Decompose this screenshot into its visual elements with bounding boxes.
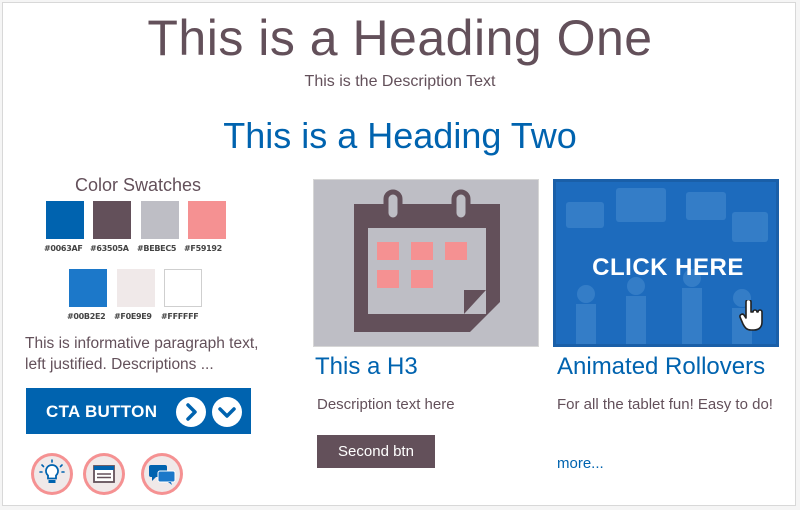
swatch-label: #0063AF — [44, 244, 83, 253]
swatch-label: #F0E9E9 — [114, 312, 152, 321]
calendar-icon — [354, 189, 500, 332]
swatch-dark-mauve — [93, 201, 131, 239]
chat-bubbles-icon[interactable] — [141, 453, 183, 495]
card-calendar-title: This a H3 — [315, 353, 418, 380]
card-rollover-description: For all the tablet fun! Easy to do! — [557, 396, 773, 413]
style-guide-page: This is a Heading One This is the Descri… — [2, 2, 796, 506]
lightbulb-icon[interactable] — [31, 453, 73, 495]
swatches-title: Color Swatches — [74, 175, 202, 195]
swatch-white — [164, 269, 202, 307]
info-paragraph: This is informative paragraph text, left… — [25, 335, 259, 373]
swatch-label: #00B2E2 — [67, 312, 106, 321]
chevron-right-icon[interactable] — [176, 397, 206, 427]
description-text: This is the Description Text — [304, 73, 496, 90]
rollover-card-image[interactable]: CLICK HERE — [553, 179, 779, 347]
more-link[interactable]: more... — [557, 455, 604, 472]
card-rollover-title: Animated Rollovers — [557, 353, 766, 380]
swatch-light-blue — [69, 269, 107, 307]
swatch-label: #63505A — [90, 244, 129, 253]
hand-pointer-icon — [739, 300, 763, 331]
click-here-overlay[interactable]: CLICK HERE — [556, 254, 780, 282]
heading-one: This is a Heading One — [147, 10, 653, 66]
swatch-primary-blue — [46, 201, 84, 239]
heading-two: This is a Heading Two — [223, 115, 577, 156]
swatch-gray — [141, 201, 179, 239]
cta-button-label: CTA BUTTON — [46, 402, 158, 421]
swatch-label: #FFFFFF — [161, 312, 199, 321]
chevron-down-icon[interactable] — [212, 397, 242, 427]
swatch-label: #BEBEC5 — [137, 244, 177, 253]
browser-window-icon[interactable] — [83, 453, 125, 495]
swatch-off-white — [117, 269, 155, 307]
cta-button[interactable]: CTA BUTTON — [26, 388, 251, 434]
second-button[interactable]: Second btn — [317, 435, 435, 468]
card-calendar-description: Description text here — [317, 396, 455, 413]
calendar-card-image[interactable] — [313, 179, 539, 347]
swatch-label: #F59192 — [184, 244, 222, 253]
swatch-pink — [188, 201, 226, 239]
